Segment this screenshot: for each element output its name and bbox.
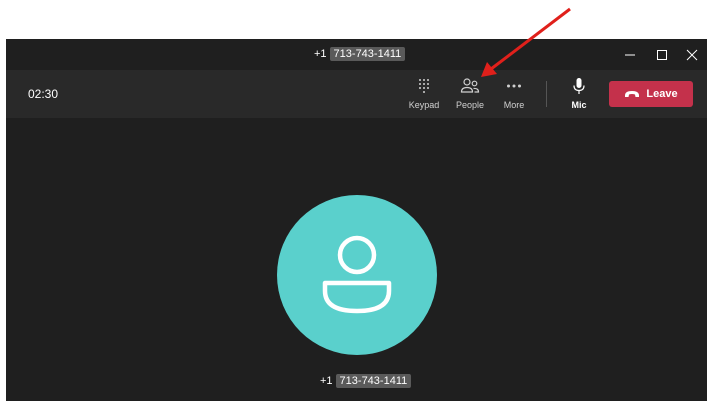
title-bar: +1 713-743-1411 bbox=[6, 39, 707, 71]
close-button[interactable] bbox=[676, 39, 707, 70]
more-label: More bbox=[503, 100, 525, 110]
minimize-icon bbox=[625, 54, 635, 55]
caller-phone-number: 713-743-1411 bbox=[335, 374, 412, 388]
people-button[interactable]: People bbox=[450, 76, 490, 116]
toolbar-divider bbox=[546, 81, 547, 107]
caller-prefix: +1 bbox=[320, 375, 333, 387]
people-icon bbox=[460, 78, 480, 93]
more-button[interactable]: More bbox=[494, 76, 534, 116]
title-prefix: +1 bbox=[314, 48, 327, 60]
call-toolbar: 02:30 Keypad People More Mic Leave bbox=[6, 70, 707, 118]
keypad-button[interactable]: Keypad bbox=[404, 76, 444, 116]
maximize-button[interactable] bbox=[646, 39, 678, 70]
maximize-icon bbox=[657, 49, 667, 60]
caller-name: +1 713-743-1411 bbox=[320, 374, 412, 388]
person-icon bbox=[322, 235, 392, 314]
leave-label: Leave bbox=[646, 88, 678, 100]
title-phone-number: 713-743-1411 bbox=[329, 47, 406, 61]
caller-avatar bbox=[277, 195, 437, 355]
minimize-button[interactable] bbox=[614, 39, 646, 70]
mic-label: Mic bbox=[571, 100, 587, 110]
people-label: People bbox=[455, 100, 485, 110]
mic-button[interactable]: Mic bbox=[559, 76, 599, 116]
keypad-label: Keypad bbox=[408, 100, 440, 110]
mic-icon bbox=[573, 78, 585, 94]
more-icon bbox=[507, 84, 521, 88]
hang-up-icon bbox=[625, 91, 640, 97]
call-stage: +1 713-743-1411 bbox=[6, 118, 707, 401]
keypad-icon bbox=[419, 79, 429, 93]
call-window: +1 713-743-1411 02:30 Keypad People More… bbox=[6, 39, 707, 401]
close-icon bbox=[686, 49, 698, 60]
call-timer: 02:30 bbox=[28, 87, 59, 101]
window-title: +1 713-743-1411 bbox=[314, 47, 406, 61]
leave-button[interactable]: Leave bbox=[609, 81, 693, 107]
